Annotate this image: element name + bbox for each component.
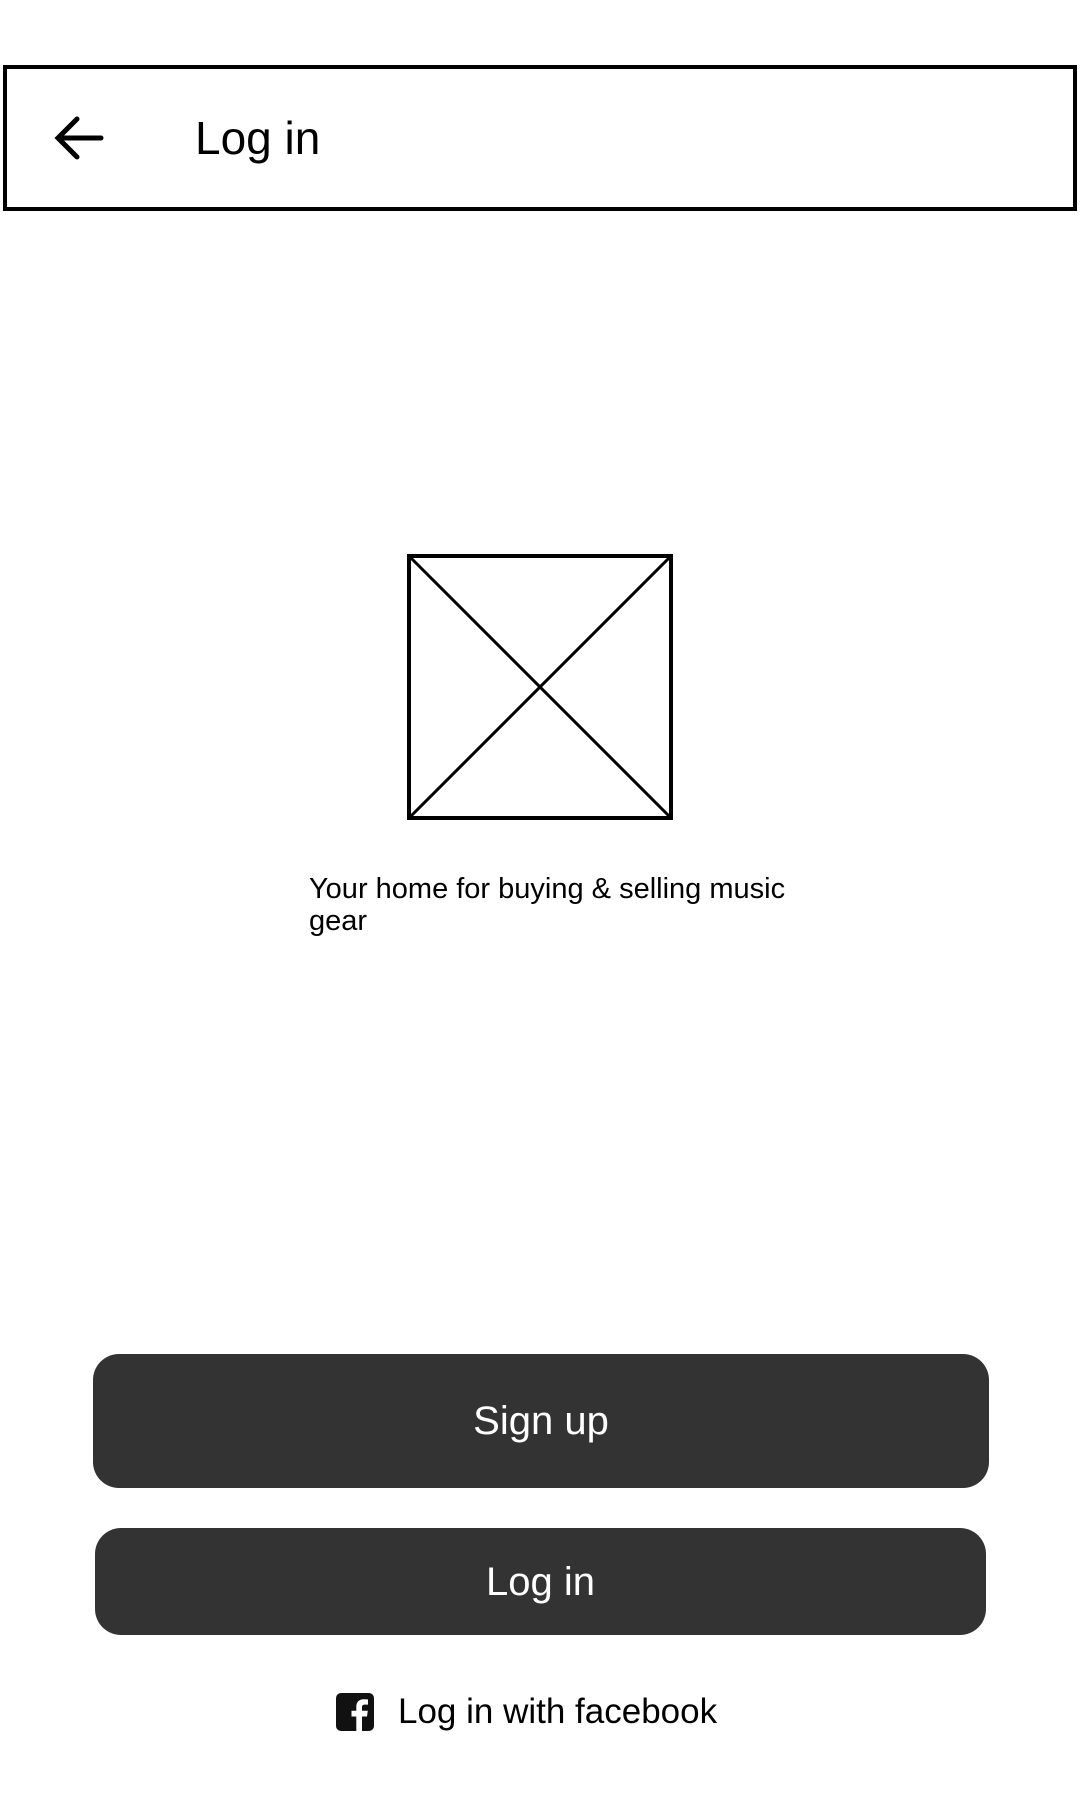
page-title: Log in (195, 112, 321, 164)
facebook-icon (336, 1693, 374, 1731)
tagline: Your home for buying & selling music gea… (309, 873, 786, 937)
image-placeholder-icon (407, 554, 673, 820)
sign-up-button-label: Sign up (473, 1399, 609, 1443)
sign-up-button[interactable]: Sign up (93, 1354, 989, 1488)
log-in-button[interactable]: Log in (95, 1528, 986, 1635)
facebook-login-link[interactable]: Log in with facebook (336, 1686, 717, 1738)
arrow-left-icon (54, 116, 104, 160)
log-in-button-label: Log in (486, 1559, 595, 1604)
back-button[interactable] (49, 108, 109, 168)
logo-image-placeholder (407, 554, 673, 820)
app-header: Log in (3, 65, 1077, 211)
facebook-login-label: Log in with facebook (398, 1692, 718, 1731)
